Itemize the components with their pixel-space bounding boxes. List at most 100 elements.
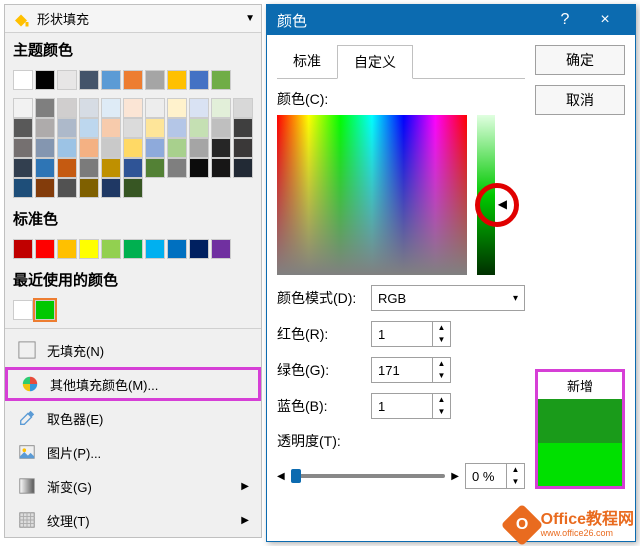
color-swatch[interactable] xyxy=(123,70,143,90)
gradient-fill-item[interactable]: 渐变(G) ▶ xyxy=(5,469,261,503)
color-swatch[interactable] xyxy=(101,178,121,198)
color-swatch[interactable] xyxy=(13,70,33,90)
picture-fill-item[interactable]: 图片(P)... xyxy=(5,435,261,469)
color-swatch[interactable] xyxy=(79,70,99,90)
spin-down-icon[interactable]: ▼ xyxy=(433,334,450,346)
color-swatch[interactable] xyxy=(101,98,121,118)
luminance-thumb-icon[interactable]: ◀ xyxy=(498,197,507,211)
color-swatch[interactable] xyxy=(123,158,143,178)
color-swatch[interactable] xyxy=(123,178,143,198)
color-swatch[interactable] xyxy=(13,300,33,320)
color-swatch[interactable] xyxy=(211,138,231,158)
color-swatch[interactable] xyxy=(35,98,55,118)
slider-right-icon[interactable]: ▶ xyxy=(451,471,459,482)
color-swatch[interactable] xyxy=(145,158,165,178)
color-swatch[interactable] xyxy=(189,98,209,118)
green-spinner[interactable]: 171 ▲▼ xyxy=(371,357,451,383)
transparency-spinner[interactable]: 0 % ▲▼ xyxy=(465,463,525,489)
ok-button[interactable]: 确定 xyxy=(535,45,625,75)
color-swatch[interactable] xyxy=(57,70,77,90)
close-button[interactable]: × xyxy=(585,5,625,35)
red-spinner[interactable]: 1 ▲▼ xyxy=(371,321,451,347)
color-swatch[interactable] xyxy=(57,138,77,158)
color-swatch[interactable] xyxy=(167,138,187,158)
color-swatch[interactable] xyxy=(79,138,99,158)
transparency-slider[interactable] xyxy=(291,474,446,478)
color-swatch[interactable] xyxy=(189,239,209,259)
color-swatch[interactable] xyxy=(189,158,209,178)
color-swatch[interactable] xyxy=(233,98,253,118)
color-swatch[interactable] xyxy=(35,138,55,158)
no-fill-item[interactable]: 无填充(N) xyxy=(5,333,261,367)
color-swatch[interactable] xyxy=(79,178,99,198)
color-swatch[interactable] xyxy=(167,158,187,178)
color-swatch[interactable] xyxy=(189,118,209,138)
spin-down-icon[interactable]: ▼ xyxy=(433,370,450,382)
color-swatch[interactable] xyxy=(13,138,33,158)
color-swatch[interactable] xyxy=(13,178,33,198)
color-swatch[interactable] xyxy=(79,239,99,259)
color-swatch[interactable] xyxy=(211,118,231,138)
color-field[interactable] xyxy=(277,115,467,275)
spin-up-icon[interactable]: ▲ xyxy=(507,464,524,476)
color-swatch[interactable] xyxy=(79,98,99,118)
color-swatch[interactable] xyxy=(211,70,231,90)
color-swatch[interactable] xyxy=(57,178,77,198)
color-mode-combo[interactable]: RGB ▾ xyxy=(371,285,525,311)
blue-spinner[interactable]: 1 ▲▼ xyxy=(371,393,451,419)
color-swatch[interactable] xyxy=(35,118,55,138)
color-swatch[interactable] xyxy=(167,98,187,118)
color-swatch[interactable] xyxy=(167,239,187,259)
color-swatch[interactable] xyxy=(189,138,209,158)
color-swatch[interactable] xyxy=(101,239,121,259)
color-swatch[interactable] xyxy=(145,118,165,138)
tab-custom[interactable]: 自定义 xyxy=(337,45,413,79)
color-swatch[interactable] xyxy=(145,98,165,118)
color-swatch[interactable] xyxy=(101,70,121,90)
spin-up-icon[interactable]: ▲ xyxy=(433,358,450,370)
spin-down-icon[interactable]: ▼ xyxy=(433,406,450,418)
help-button[interactable]: ? xyxy=(545,5,585,35)
color-swatch[interactable] xyxy=(57,158,77,178)
spin-up-icon[interactable]: ▲ xyxy=(433,322,450,334)
spin-down-icon[interactable]: ▼ xyxy=(507,476,524,488)
eyedropper-item[interactable]: 取色器(E) xyxy=(5,401,261,435)
color-swatch[interactable] xyxy=(145,239,165,259)
color-swatch[interactable] xyxy=(79,158,99,178)
color-swatch[interactable] xyxy=(35,70,55,90)
color-swatch[interactable] xyxy=(35,158,55,178)
cancel-button[interactable]: 取消 xyxy=(535,85,625,115)
color-swatch[interactable] xyxy=(167,70,187,90)
color-swatch[interactable] xyxy=(13,98,33,118)
slider-thumb[interactable] xyxy=(291,469,301,483)
color-swatch[interactable] xyxy=(57,98,77,118)
color-swatch[interactable] xyxy=(101,158,121,178)
color-swatch[interactable] xyxy=(35,300,55,320)
more-fill-colors-item[interactable]: 其他填充颜色(M)... xyxy=(5,367,261,401)
slider-left-icon[interactable]: ◀ xyxy=(277,471,285,482)
color-swatch[interactable] xyxy=(145,70,165,90)
color-swatch[interactable] xyxy=(211,98,231,118)
color-swatch[interactable] xyxy=(123,118,143,138)
tab-standard[interactable]: 标准 xyxy=(277,45,337,78)
color-swatch[interactable] xyxy=(57,118,77,138)
color-swatch[interactable] xyxy=(233,138,253,158)
color-swatch[interactable] xyxy=(123,239,143,259)
color-swatch[interactable] xyxy=(211,158,231,178)
color-swatch[interactable] xyxy=(101,138,121,158)
color-swatch[interactable] xyxy=(13,158,33,178)
color-swatch[interactable] xyxy=(35,239,55,259)
color-swatch[interactable] xyxy=(57,239,77,259)
color-swatch[interactable] xyxy=(123,98,143,118)
texture-fill-item[interactable]: 纹理(T) ▶ xyxy=(5,503,261,537)
spin-up-icon[interactable]: ▲ xyxy=(433,394,450,406)
color-swatch[interactable] xyxy=(211,239,231,259)
color-swatch[interactable] xyxy=(35,178,55,198)
color-swatch[interactable] xyxy=(13,239,33,259)
color-swatch[interactable] xyxy=(167,118,187,138)
color-swatch[interactable] xyxy=(79,118,99,138)
color-swatch[interactable] xyxy=(233,118,253,138)
color-swatch[interactable] xyxy=(145,138,165,158)
shape-fill-header[interactable]: 形状填充 ▼ xyxy=(5,5,261,33)
color-swatch[interactable] xyxy=(123,138,143,158)
